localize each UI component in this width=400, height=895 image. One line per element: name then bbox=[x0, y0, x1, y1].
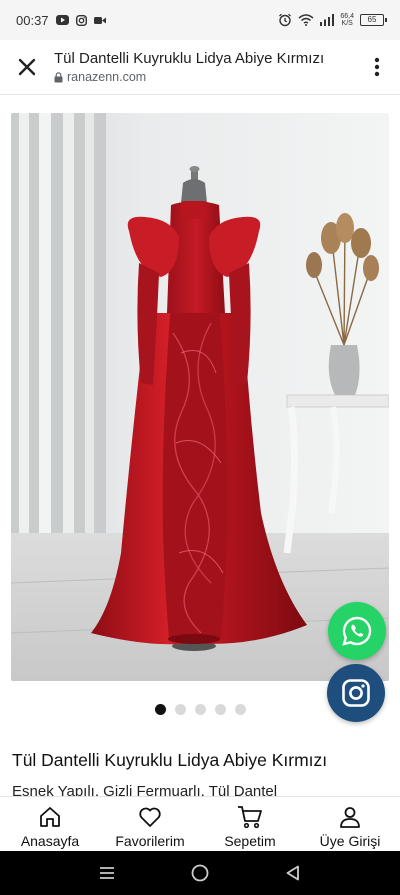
nav-cart-label: Sepetim bbox=[224, 833, 276, 849]
network-speed-unit: K/S bbox=[341, 20, 353, 27]
battery-icon: 65 bbox=[360, 14, 387, 26]
video-call-icon bbox=[93, 16, 106, 25]
instagram-icon bbox=[75, 14, 87, 26]
nav-home-label: Anasayfa bbox=[20, 833, 80, 849]
home-icon bbox=[38, 804, 62, 830]
network-speed-value: 66,4 bbox=[340, 13, 354, 20]
product-name: Tül Dantelli Kuyruklu Lidya Abiye Kırmız… bbox=[12, 750, 328, 770]
wifi-icon bbox=[298, 14, 314, 26]
bottom-navigation: Anasayfa Favorilerim Sepetim Üye Girişi bbox=[0, 796, 400, 851]
close-tab-button[interactable] bbox=[0, 40, 54, 95]
page-domain: ranazenn.com bbox=[67, 70, 147, 84]
network-speed: 66,4 K/S bbox=[340, 13, 354, 27]
url-area[interactable]: Tül Dantelli Kuyruklu Lidya Abiye Kırmız… bbox=[54, 50, 354, 84]
carousel-dot-1[interactable] bbox=[154, 704, 166, 715]
whatsapp-button[interactable] bbox=[328, 602, 386, 660]
browser-menu-button[interactable] bbox=[354, 40, 400, 95]
alarm-icon bbox=[278, 13, 292, 27]
browser-toolbar: Tül Dantelli Kuyruklu Lidya Abiye Kırmız… bbox=[0, 40, 400, 95]
nav-home[interactable]: Anasayfa bbox=[0, 797, 100, 851]
heart-icon bbox=[138, 804, 162, 830]
nav-favorites[interactable]: Favorilerim bbox=[100, 797, 200, 851]
system-navigation-bar bbox=[0, 851, 400, 895]
carousel-dot-2[interactable] bbox=[174, 704, 186, 715]
back-button[interactable] bbox=[273, 853, 313, 893]
signal-icon bbox=[320, 14, 335, 26]
recents-button[interactable] bbox=[87, 853, 127, 893]
youtube-icon bbox=[55, 15, 69, 25]
carousel-dot-4[interactable] bbox=[214, 704, 226, 715]
whatsapp-icon bbox=[342, 616, 372, 646]
status-time: 00:37 bbox=[16, 12, 49, 28]
battery-level: 65 bbox=[367, 15, 377, 24]
recents-icon bbox=[99, 867, 114, 879]
nav-login-label: Üye Girişi bbox=[319, 833, 381, 849]
back-icon bbox=[286, 865, 300, 881]
carousel-dot-3[interactable] bbox=[194, 704, 206, 715]
close-icon bbox=[18, 58, 36, 76]
page-title: Tül Dantelli Kuyruklu Lidya Abiye Kırmız… bbox=[54, 50, 325, 67]
nav-favorites-label: Favorilerim bbox=[115, 833, 185, 849]
lock-icon bbox=[54, 71, 63, 82]
home-circle-icon bbox=[191, 864, 209, 882]
nav-cart[interactable]: Sepetim bbox=[200, 797, 300, 851]
product-image[interactable] bbox=[11, 113, 389, 681]
cart-icon bbox=[237, 804, 263, 830]
carousel-indicators bbox=[0, 704, 400, 715]
carousel-dot-5[interactable] bbox=[234, 704, 246, 715]
more-vert-icon bbox=[374, 57, 380, 77]
status-bar: 00:37 66,4 K/S 65 bbox=[0, 0, 400, 40]
home-system-button[interactable] bbox=[180, 853, 220, 893]
nav-login[interactable]: Üye Girişi bbox=[300, 797, 400, 851]
user-icon bbox=[338, 804, 362, 830]
